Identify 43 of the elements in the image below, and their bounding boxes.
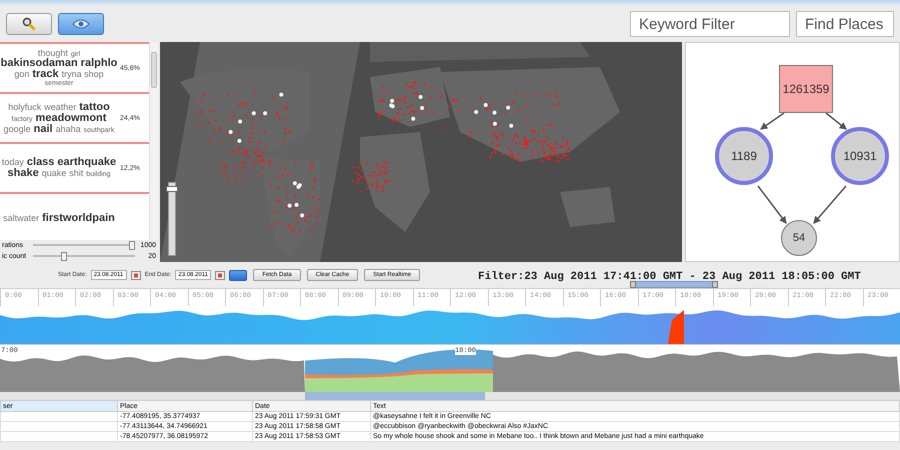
cloud-word: today [2, 158, 24, 167]
cloud-word: holyfuck [8, 102, 42, 112]
cloud-word: tattoo [79, 102, 110, 112]
keyword-filter-field[interactable]: Keyword Filter [630, 11, 790, 37]
source-node[interactable]: 1261359 [779, 65, 833, 113]
eye-icon [72, 19, 90, 29]
search-icon [22, 17, 36, 31]
filter-range-text: Filter:23 Aug 2011 17:41:00 GMT - 23 Aug 2011 18:05:00 GMT [478, 271, 861, 283]
cloud-word: weather [44, 102, 76, 112]
calendar-icon[interactable] [215, 270, 226, 280]
cloud-word: google [4, 124, 31, 134]
cloud-word: track [32, 69, 59, 80]
cloud-word: class [26, 157, 54, 168]
calendar-icon[interactable] [130, 270, 141, 280]
cloud-word: meadowmont [36, 112, 106, 124]
find-places-field[interactable]: Find Places [796, 11, 894, 37]
eye-button[interactable] [58, 13, 104, 35]
range-scrollbar[interactable] [630, 281, 718, 288]
cloud-word: nail [34, 124, 53, 134]
edge-arrow [757, 186, 787, 224]
edge-arrow [813, 186, 847, 224]
cloud-word: ralphlo [80, 58, 118, 69]
filter-node[interactable]: 10931 [831, 127, 889, 185]
cloud-word: shit [69, 169, 84, 178]
cloud-word: earthquake [57, 157, 116, 168]
search-button[interactable] [6, 13, 52, 35]
zoom-slider[interactable] [168, 182, 176, 256]
filter-node[interactable]: 1189 [715, 127, 773, 185]
range-scrollbar[interactable] [0, 392, 900, 400]
cloud-word: saltwater [3, 214, 40, 222]
cloud-word: ahaha [56, 124, 81, 134]
scrollbar[interactable] [149, 42, 158, 240]
cloud-word: thought [38, 49, 68, 58]
cloud-word: shake [8, 168, 39, 179]
cloud-word: firstworldpain [42, 212, 115, 224]
edge-arrow [826, 112, 847, 130]
cloud-word: tryna shop [62, 70, 104, 79]
cloud-word: bakinsodaman [0, 58, 78, 69]
apply-button[interactable] [229, 270, 248, 280]
cloud-word: quake [42, 169, 66, 178]
edge-arrow [760, 112, 784, 130]
sink-node[interactable]: 54 [781, 220, 817, 256]
cloud-word: gon [14, 70, 30, 79]
